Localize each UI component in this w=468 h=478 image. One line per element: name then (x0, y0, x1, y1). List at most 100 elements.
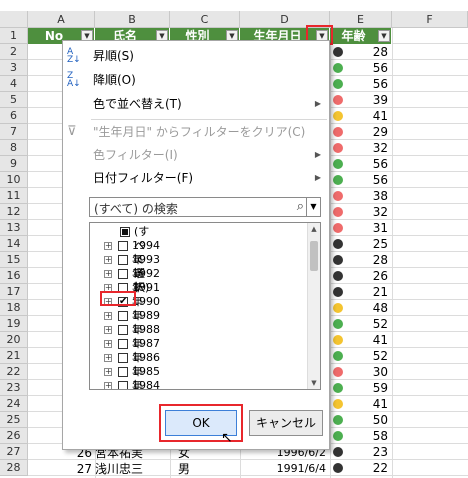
search-placeholder: (すべて) の検索 (94, 202, 178, 216)
expand-icon[interactable]: + (104, 354, 112, 362)
row-number[interactable]: 26 (0, 428, 28, 444)
age-cell[interactable]: 58 (330, 428, 392, 444)
row-number[interactable]: 6 (0, 108, 28, 124)
row-number[interactable]: 13 (0, 220, 28, 236)
age-cell[interactable]: 29 (330, 124, 392, 140)
row-number[interactable]: 4 (0, 76, 28, 92)
column-header-b[interactable]: B (95, 11, 170, 28)
age-cell[interactable]: 56 (330, 172, 392, 188)
age-value: 48 (372, 301, 388, 315)
age-value: 26 (372, 269, 388, 283)
row-number[interactable]: 3 (0, 60, 28, 76)
year-checkbox[interactable] (118, 241, 128, 251)
search-dropdown-icon[interactable]: ▼ (306, 198, 320, 216)
row-number[interactable]: 12 (0, 204, 28, 220)
row-number[interactable]: 25 (0, 412, 28, 428)
expand-icon[interactable]: + (104, 326, 112, 334)
scroll-down-icon[interactable]: ▼ (308, 377, 320, 389)
row-number[interactable]: 7 (0, 124, 28, 140)
age-cell[interactable]: 52 (330, 348, 392, 364)
tree-scrollbar[interactable]: ▲ ▼ (307, 223, 320, 389)
row-number[interactable]: 5 (0, 92, 28, 108)
row-number[interactable]: 2 (0, 44, 28, 60)
row-number[interactable]: 19 (0, 316, 28, 332)
age-cell[interactable]: 41 (330, 332, 392, 348)
row-number[interactable]: 21 (0, 348, 28, 364)
cell-no[interactable]: 27 (62, 461, 92, 477)
age-cell[interactable]: 56 (330, 156, 392, 172)
row-number[interactable]: 24 (0, 396, 28, 412)
sort-ascending-item[interactable]: A Z↓ 昇順(S) (63, 45, 329, 67)
status-dot-icon (333, 271, 343, 281)
year-checkbox[interactable] (118, 381, 128, 389)
age-cell[interactable]: 38 (330, 188, 392, 204)
cell-gender[interactable]: 男 (178, 461, 190, 477)
age-cell[interactable]: 41 (330, 108, 392, 124)
age-cell[interactable]: 32 (330, 140, 392, 156)
age-cell[interactable]: 41 (330, 396, 392, 412)
color-filter-item[interactable]: 色フィルター(I) ▶ (63, 144, 329, 166)
age-cell[interactable]: 48 (330, 300, 392, 316)
age-cell[interactable]: 50 (330, 412, 392, 428)
year-checkbox[interactable] (118, 339, 128, 349)
age-cell[interactable]: 56 (330, 60, 392, 76)
date-filter-item[interactable]: 日付フィルター(F) ▶ (63, 167, 329, 189)
year-checkbox[interactable] (118, 269, 128, 279)
age-cell[interactable]: 30 (330, 364, 392, 380)
age-cell[interactable]: 25 (330, 236, 392, 252)
age-cell[interactable]: 28 (330, 252, 392, 268)
year-checkbox[interactable] (118, 325, 128, 335)
filter-dropdown-icon[interactable]: ▼ (378, 30, 390, 42)
expand-icon[interactable]: + (104, 242, 112, 250)
clear-filter-item[interactable]: ⊽ "生年月日" からフィルターをクリア(C) (63, 121, 329, 143)
cell-name[interactable]: 浅川忠三 (95, 461, 143, 477)
row-number[interactable]: 14 (0, 236, 28, 252)
age-cell[interactable]: 31 (330, 220, 392, 236)
row-number[interactable]: 23 (0, 380, 28, 396)
sort-by-color-item[interactable]: 色で並べ替え(T) ▶ (63, 93, 329, 115)
row-number[interactable]: 17 (0, 284, 28, 300)
select-all-checkbox[interactable] (120, 227, 130, 237)
sort-descending-item[interactable]: Z A↓ 降順(O) (63, 69, 329, 91)
age-cell[interactable]: 32 (330, 204, 392, 220)
age-cell[interactable]: 56 (330, 76, 392, 92)
expand-icon[interactable]: + (104, 270, 112, 278)
age-cell[interactable]: 28 (330, 44, 392, 60)
expand-icon[interactable]: + (104, 340, 112, 348)
row-number[interactable]: 8 (0, 140, 28, 156)
age-cell[interactable]: 59 (330, 380, 392, 396)
cell-date[interactable]: 1991/6/4 (240, 461, 326, 477)
row-number[interactable]: 10 (0, 172, 28, 188)
filter-search-box[interactable]: (すべて) の検索 ⌕ ▼ (89, 197, 321, 217)
row-number[interactable]: 9 (0, 156, 28, 172)
scroll-up-icon[interactable]: ▲ (308, 223, 320, 235)
expand-icon[interactable]: + (104, 256, 112, 264)
column-header-f[interactable]: F (392, 11, 468, 28)
cancel-button[interactable]: キャンセル (249, 410, 323, 436)
submenu-arrow-icon: ▶ (314, 173, 321, 182)
age-cell[interactable]: 21 (330, 284, 392, 300)
year-checkbox[interactable] (118, 367, 128, 377)
row-number[interactable]: 16 (0, 268, 28, 284)
age-cell[interactable]: 26 (330, 268, 392, 284)
row-number[interactable]: 22 (0, 364, 28, 380)
scroll-thumb[interactable] (310, 241, 318, 271)
row-number[interactable]: 15 (0, 252, 28, 268)
column-header-c[interactable]: C (170, 11, 240, 28)
select-all-corner[interactable] (0, 11, 28, 28)
column-header-e[interactable]: E (330, 11, 392, 28)
year-checkbox[interactable] (118, 353, 128, 363)
row-number[interactable]: 1 (0, 28, 28, 44)
age-cell[interactable]: 39 (330, 92, 392, 108)
age-cell[interactable]: 52 (330, 316, 392, 332)
row-number[interactable]: 18 (0, 300, 28, 316)
table-row[interactable]: 27 浅川忠三 男 1991/6/4 (0, 461, 468, 477)
year-checkbox[interactable] (118, 255, 128, 265)
year-checkbox[interactable] (118, 311, 128, 321)
expand-icon[interactable]: + (104, 382, 112, 389)
expand-icon[interactable]: + (104, 368, 112, 376)
row-number[interactable]: 11 (0, 188, 28, 204)
row-number[interactable]: 20 (0, 332, 28, 348)
expand-icon[interactable]: + (104, 312, 112, 320)
column-header-a[interactable]: A (28, 11, 95, 28)
